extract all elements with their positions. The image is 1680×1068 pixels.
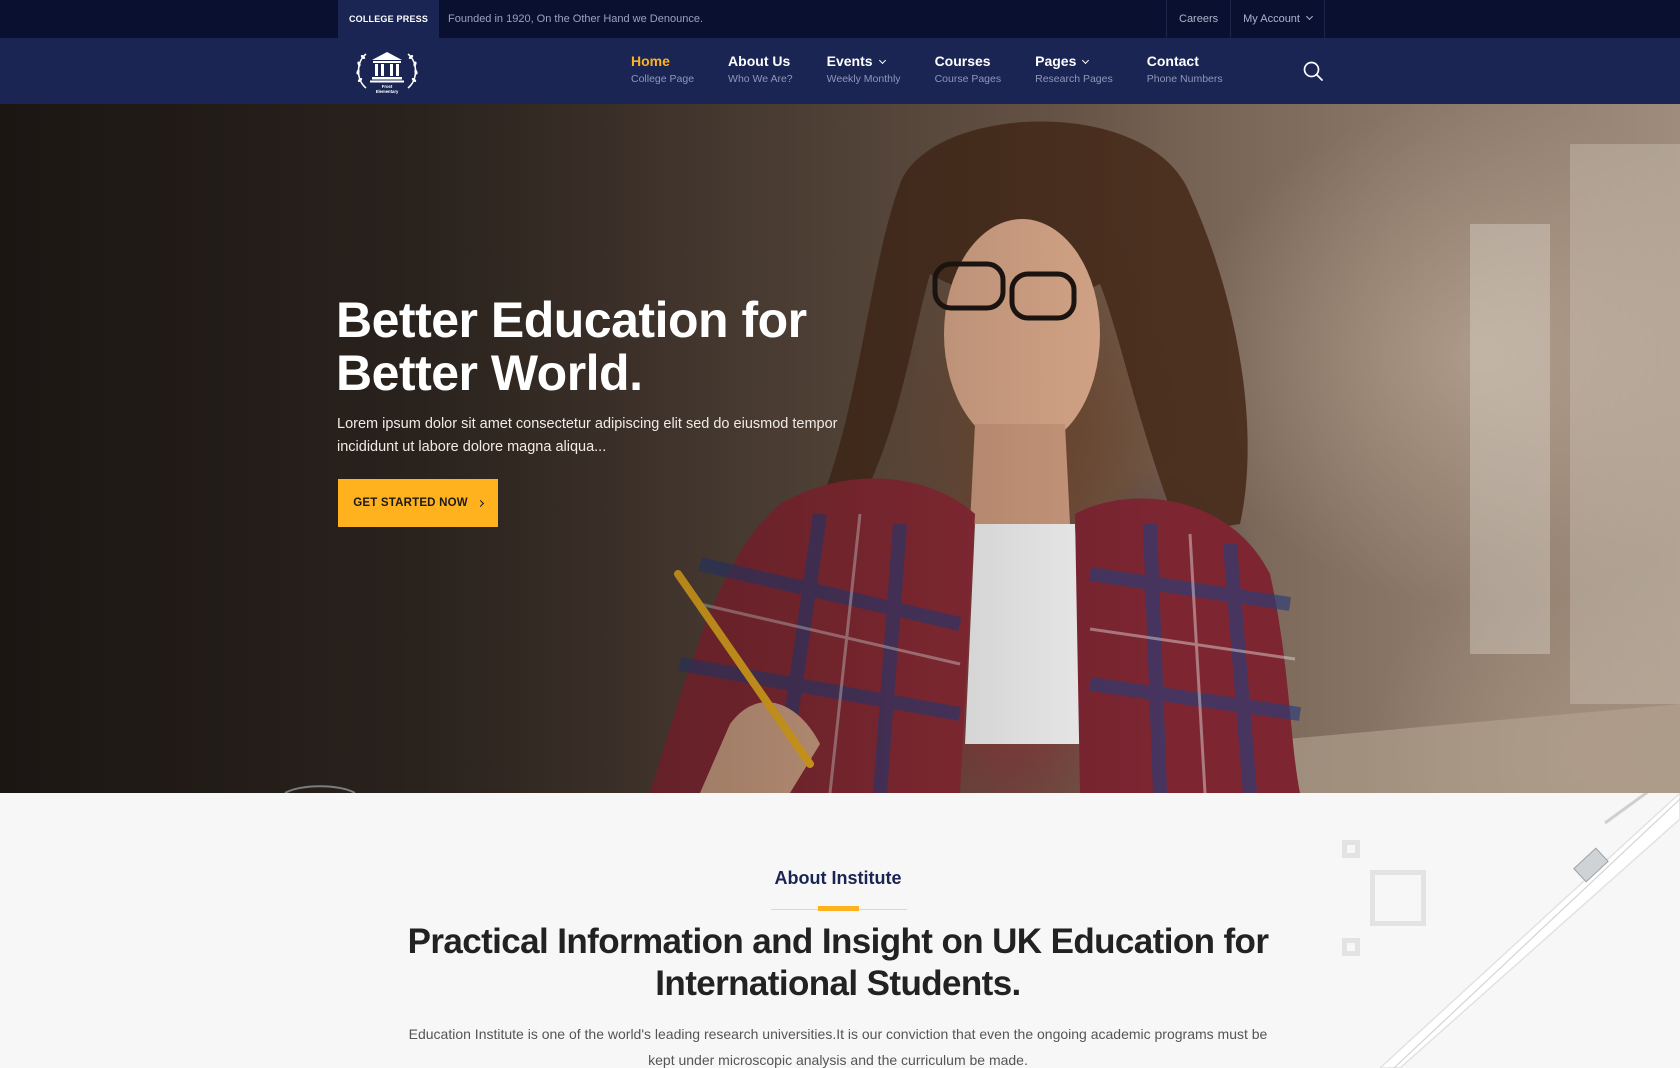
nav-contact-label: Contact bbox=[1146, 53, 1199, 69]
nav-pages-label: Pages bbox=[1035, 53, 1077, 69]
chevron-down-icon bbox=[1305, 12, 1314, 21]
hero-text: Lorem ipsum dolor sit amet consectetur a… bbox=[337, 416, 838, 455]
college-press-badge[interactable]: COLLEGE PRESS bbox=[338, 0, 439, 38]
logo-text-2: Elementary bbox=[376, 89, 399, 94]
institute-logo-icon: Frost Elementary bbox=[356, 52, 418, 94]
nav-events-sub: Weekly Monthly bbox=[826, 73, 901, 85]
top-tagline: Founded in 1920, On the Other Hand we De… bbox=[448, 13, 704, 25]
main-menu: Home College Page About Us Who We Are? E… bbox=[631, 38, 1257, 104]
nav-courses-label: Courses bbox=[934, 53, 991, 69]
nav-item-pages[interactable]: Pages Research Pages bbox=[1035, 38, 1113, 104]
nav-home-label: Home bbox=[631, 53, 670, 69]
about-heading: Practical Information and Insight on UK … bbox=[407, 922, 1269, 1003]
main-navbar: Frost Elementary Home College Page About… bbox=[0, 38, 1680, 104]
nav-about-label: About Us bbox=[728, 53, 791, 69]
hero-title: Better Education for Better World. bbox=[336, 294, 896, 400]
nav-contact-sub: Phone Numbers bbox=[1146, 73, 1223, 85]
careers-label: Careers bbox=[1179, 13, 1219, 25]
nav-home-sub: College Page bbox=[631, 73, 695, 85]
hero-banner: Better Education for Better World. Lorem… bbox=[0, 104, 1680, 793]
chevron-down-icon bbox=[1082, 56, 1090, 65]
decorative-square-small-top bbox=[1342, 840, 1360, 858]
nav-courses-sub: Course Pages bbox=[934, 73, 1002, 85]
nav-item-about-us[interactable]: About Us Who We Are? bbox=[728, 38, 793, 104]
nav-events-label: Events bbox=[826, 53, 873, 69]
nav-item-contact[interactable]: Contact Phone Numbers bbox=[1147, 38, 1223, 104]
get-started-button[interactable]: GET STARTED NOW bbox=[338, 479, 498, 527]
search-icon bbox=[1303, 61, 1323, 81]
kicker-divider-accent bbox=[818, 906, 859, 911]
hero-title-line-1: Better Education for bbox=[336, 292, 807, 348]
nav-item-home[interactable]: Home College Page bbox=[631, 38, 694, 104]
site-logo[interactable]: Frost Elementary bbox=[352, 46, 422, 96]
top-bar: COLLEGE PRESS Founded in 1920, On the Ot… bbox=[0, 0, 1680, 38]
hero-title-line-2: Better World. bbox=[336, 345, 643, 401]
nav-about-sub: Who We Are? bbox=[728, 73, 793, 85]
chevron-right-icon bbox=[476, 499, 484, 507]
my-account-label: My Account bbox=[1243, 13, 1300, 25]
pen-illustration-icon bbox=[1380, 793, 1680, 1068]
nav-item-events[interactable]: Events Weekly Monthly bbox=[827, 38, 901, 104]
chevron-down-icon bbox=[878, 56, 886, 65]
nav-item-courses[interactable]: Courses Course Pages bbox=[935, 38, 1002, 104]
nav-pages-label-wrap: Pages bbox=[1035, 53, 1113, 69]
about-description: Education Institute is one of the world'… bbox=[408, 1026, 1268, 1068]
my-account-dropdown[interactable]: My Account bbox=[1230, 0, 1325, 38]
nav-events-label-wrap: Events bbox=[827, 53, 901, 69]
get-started-label: GET STARTED NOW bbox=[353, 497, 468, 509]
careers-link[interactable]: Careers bbox=[1166, 0, 1230, 38]
search-button[interactable] bbox=[1302, 60, 1324, 82]
decorative-square-small-bottom bbox=[1342, 938, 1360, 956]
nav-pages-sub: Research Pages bbox=[1035, 73, 1113, 85]
top-links: Careers My Account bbox=[1166, 0, 1325, 38]
